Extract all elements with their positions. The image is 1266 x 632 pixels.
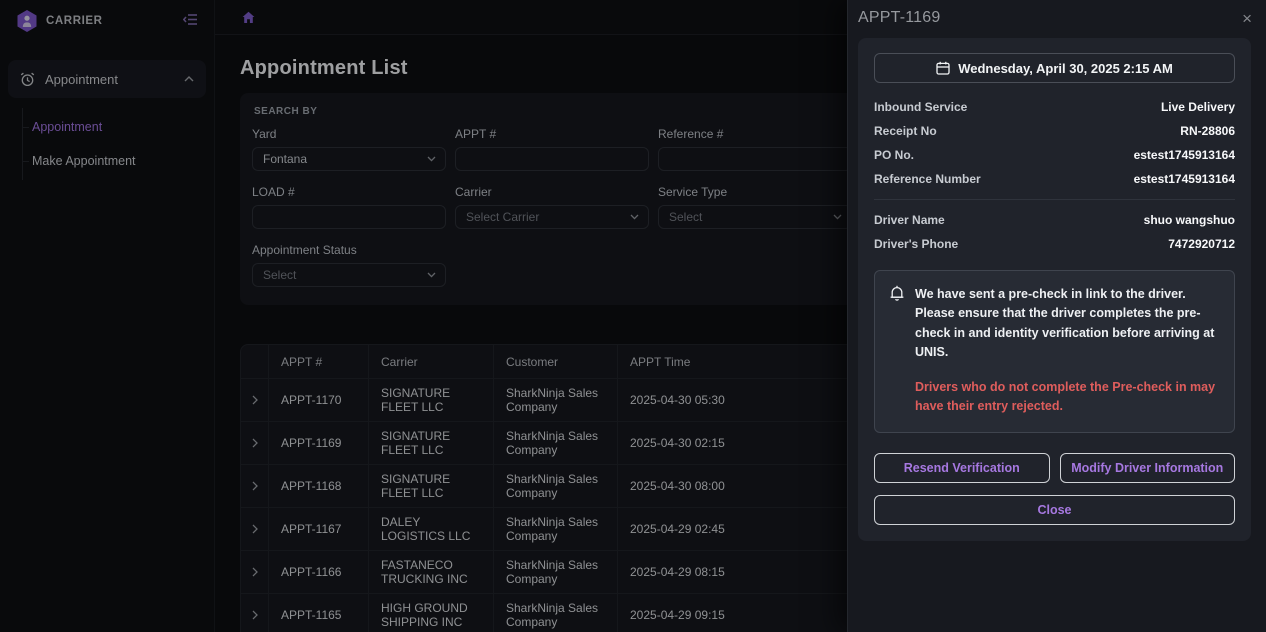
detail-value: Live Delivery bbox=[1161, 100, 1235, 114]
detail-label: Inbound Service bbox=[874, 100, 967, 114]
detail-value: 7472920712 bbox=[1168, 237, 1235, 251]
appointment-detail-card: Wednesday, April 30, 2025 2:15 AM Inboun… bbox=[858, 38, 1251, 541]
detail-value: shuo wangshuo bbox=[1144, 213, 1235, 227]
appointment-datetime: Wednesday, April 30, 2025 2:15 AM bbox=[958, 61, 1173, 76]
modal-overlay[interactable] bbox=[0, 0, 847, 632]
detail-row: Driver Name shuo wangshuo bbox=[874, 208, 1235, 232]
notice-texts: We have sent a pre-check in link to the … bbox=[915, 285, 1220, 416]
drawer-header: APPT-1169 × bbox=[848, 0, 1266, 36]
notice-warning-text: Drivers who do not complete the Pre-chec… bbox=[915, 378, 1220, 417]
resend-verification-button[interactable]: Resend Verification bbox=[874, 453, 1050, 483]
detail-row: Receipt No RN-28806 bbox=[874, 119, 1235, 143]
notice-text: We have sent a pre-check in link to the … bbox=[915, 285, 1220, 363]
detail-row: PO No. estest1745913164 bbox=[874, 143, 1235, 167]
detail-label: PO No. bbox=[874, 148, 914, 162]
detail-label: Driver Name bbox=[874, 213, 945, 227]
detail-row: Driver's Phone 7472920712 bbox=[874, 232, 1235, 256]
close-icon[interactable]: × bbox=[1242, 10, 1252, 27]
appointment-detail-drawer: APPT-1169 × Wednesday, April 30, 2025 2:… bbox=[847, 0, 1266, 632]
detail-label: Driver's Phone bbox=[874, 237, 958, 251]
bell-icon bbox=[889, 285, 905, 416]
divider bbox=[874, 199, 1235, 200]
modify-driver-information-button[interactable]: Modify Driver Information bbox=[1060, 453, 1236, 483]
detail-value: RN-28806 bbox=[1180, 124, 1235, 138]
precheck-notice: We have sent a pre-check in link to the … bbox=[874, 270, 1235, 433]
close-button[interactable]: Close bbox=[874, 495, 1235, 525]
detail-value: estest1745913164 bbox=[1134, 172, 1235, 186]
detail-row: Inbound Service Live Delivery bbox=[874, 95, 1235, 119]
drawer-actions: Resend Verification Modify Driver Inform… bbox=[874, 453, 1235, 483]
detail-label: Receipt No bbox=[874, 124, 937, 138]
drawer-title: APPT-1169 bbox=[858, 9, 940, 27]
detail-row: Reference Number estest1745913164 bbox=[874, 167, 1235, 191]
calendar-icon bbox=[936, 61, 950, 75]
detail-value: estest1745913164 bbox=[1134, 148, 1235, 162]
detail-label: Reference Number bbox=[874, 172, 981, 186]
appointment-datetime-button[interactable]: Wednesday, April 30, 2025 2:15 AM bbox=[874, 53, 1235, 83]
